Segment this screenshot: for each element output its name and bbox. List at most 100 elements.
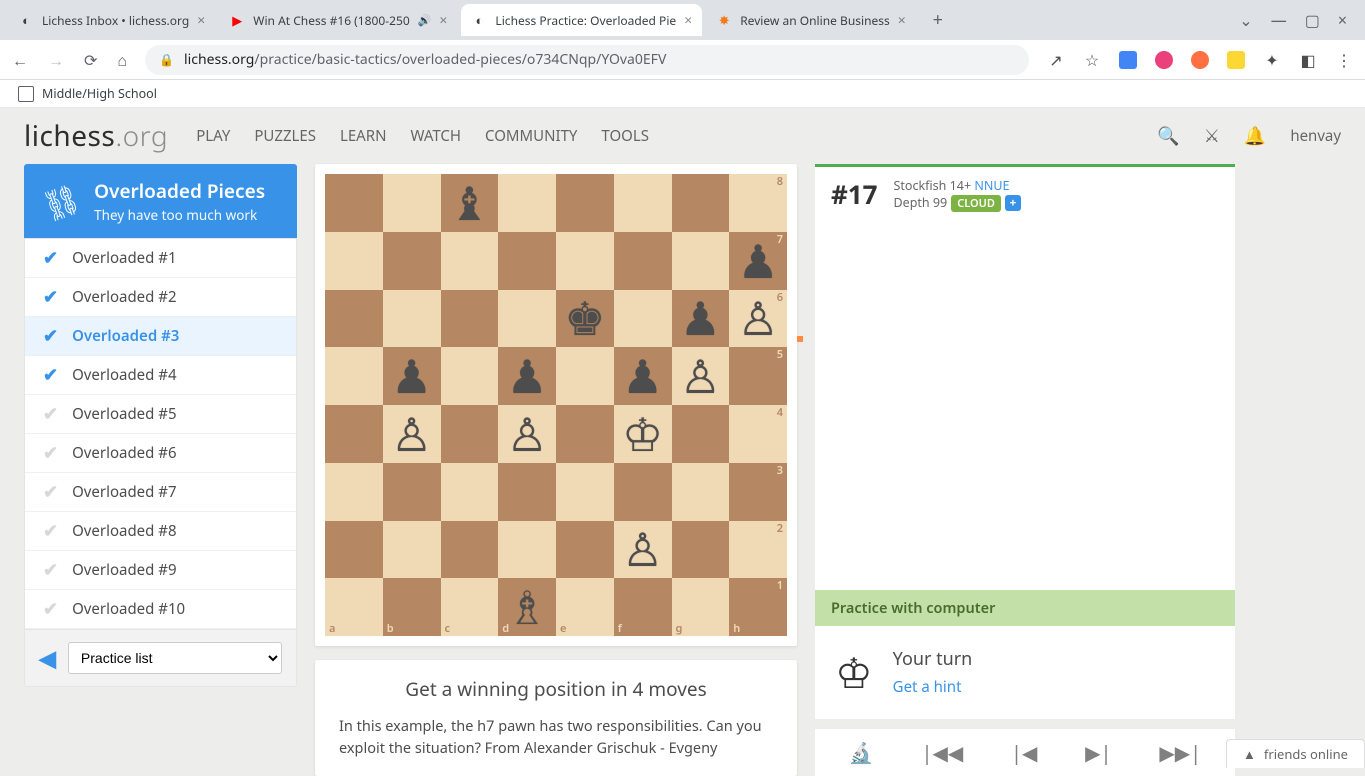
square-c8[interactable]: ♝	[441, 174, 499, 232]
square-c6[interactable]	[441, 290, 499, 348]
nav-tools[interactable]: TOOLS	[601, 126, 649, 146]
square-g2[interactable]	[672, 521, 730, 579]
maximize-icon[interactable]: ▢	[1305, 9, 1320, 31]
piece[interactable]: ♟	[507, 353, 548, 399]
close-window-icon[interactable]: ×	[1338, 9, 1347, 31]
square-e4[interactable]	[556, 405, 614, 463]
chevron-down-icon[interactable]: ⌄	[1239, 9, 1252, 31]
square-e7[interactable]	[556, 232, 614, 290]
square-c4[interactable]	[441, 405, 499, 463]
square-e8[interactable]	[556, 174, 614, 232]
lesson-item[interactable]: ✔Overloaded #6	[25, 434, 296, 473]
square-f7[interactable]	[614, 232, 672, 290]
square-h5[interactable]: 5	[729, 347, 787, 405]
bookmark-item[interactable]: Middle/High School	[42, 85, 157, 102]
ext-icon[interactable]	[1227, 51, 1245, 69]
piece[interactable]: ♝	[449, 180, 490, 226]
square-d6[interactable]	[498, 290, 556, 348]
nav-watch[interactable]: WATCH	[410, 126, 461, 146]
next-move-icon[interactable]: ▶|	[1085, 739, 1111, 766]
square-f4[interactable]: ♔	[614, 405, 672, 463]
square-b4[interactable]: ♙	[383, 405, 441, 463]
search-icon[interactable]: 🔍	[1157, 124, 1179, 148]
square-e5[interactable]	[556, 347, 614, 405]
minimize-icon[interactable]: —	[1271, 9, 1287, 31]
square-h2[interactable]: 2	[729, 521, 787, 579]
square-c5[interactable]	[441, 347, 499, 405]
piece[interactable]: ♟	[622, 353, 663, 399]
square-a1[interactable]: a	[325, 578, 383, 636]
audio-icon[interactable]: 🔊	[418, 13, 432, 28]
challenge-icon[interactable]: ⚔	[1204, 124, 1220, 148]
browser-tab[interactable]: ◐ Lichess Inbox • lichess.org ×	[8, 4, 215, 36]
square-a3[interactable]	[325, 463, 383, 521]
browser-tab-active[interactable]: ◐ Lichess Practice: Overloaded Pie ×	[461, 4, 702, 36]
friends-bar[interactable]: ▲ friends online	[1226, 739, 1365, 768]
forward-icon[interactable]: →	[48, 49, 64, 71]
home-icon[interactable]: ⌂	[117, 49, 127, 71]
piece[interactable]: ♔	[622, 411, 663, 457]
square-h7[interactable]: ♟7	[729, 232, 787, 290]
square-b3[interactable]	[383, 463, 441, 521]
square-f6[interactable]	[614, 290, 672, 348]
extensions-icon[interactable]: ✦	[1263, 51, 1281, 69]
square-e3[interactable]	[556, 463, 614, 521]
close-icon[interactable]: ×	[439, 11, 447, 30]
piece[interactable]: ♟	[391, 353, 432, 399]
square-d3[interactable]	[498, 463, 556, 521]
piece[interactable]: ♙	[622, 526, 663, 572]
square-b5[interactable]: ♟	[383, 347, 441, 405]
square-f8[interactable]	[614, 174, 672, 232]
square-h1[interactable]: 1h	[729, 578, 787, 636]
square-a8[interactable]	[325, 174, 383, 232]
lesson-item[interactable]: ✔Overloaded #8	[25, 512, 296, 551]
username-link[interactable]: henvay	[1290, 126, 1341, 146]
nav-learn[interactable]: LEARN	[340, 126, 387, 146]
share-icon[interactable]: ↗	[1047, 51, 1065, 69]
square-g3[interactable]	[672, 463, 730, 521]
square-b2[interactable]	[383, 521, 441, 579]
close-icon[interactable]: ×	[684, 11, 692, 30]
lesson-item[interactable]: ✔Overloaded #3	[25, 317, 296, 356]
ext-icon[interactable]	[1191, 51, 1209, 69]
piece[interactable]: ♗	[507, 584, 548, 630]
lichess-logo[interactable]: lichess.org	[24, 117, 168, 155]
square-e1[interactable]: e	[556, 578, 614, 636]
first-move-icon[interactable]: |◀◀	[922, 739, 964, 766]
lesson-item[interactable]: ✔Overloaded #5	[25, 395, 296, 434]
piece[interactable]: ♟	[680, 295, 721, 341]
square-c3[interactable]	[441, 463, 499, 521]
square-d5[interactable]: ♟	[498, 347, 556, 405]
last-move-icon[interactable]: ▶▶|	[1159, 739, 1201, 766]
menu-icon[interactable]: ⋮	[1335, 51, 1353, 69]
piece[interactable]: ♙	[507, 411, 548, 457]
browser-tab[interactable]: ✸ Review an Online Business ×	[706, 4, 916, 36]
browser-tab[interactable]: ▶ Win At Chess #16 (1800-250 🔊 ×	[219, 4, 457, 36]
square-b7[interactable]	[383, 232, 441, 290]
lesson-item[interactable]: ✔Overloaded #1	[25, 239, 296, 278]
square-h3[interactable]: 3	[729, 463, 787, 521]
square-a6[interactable]	[325, 290, 383, 348]
square-b1[interactable]: b	[383, 578, 441, 636]
square-g6[interactable]: ♟	[672, 290, 730, 348]
square-b6[interactable]	[383, 290, 441, 348]
square-g7[interactable]	[672, 232, 730, 290]
square-d8[interactable]	[498, 174, 556, 232]
square-g4[interactable]	[672, 405, 730, 463]
square-d2[interactable]	[498, 521, 556, 579]
prev-move-icon[interactable]: |◀	[1011, 739, 1037, 766]
plus-button[interactable]: +	[1005, 195, 1021, 211]
microscope-icon[interactable]: 🔬	[849, 739, 874, 766]
square-f3[interactable]	[614, 463, 672, 521]
back-icon[interactable]: ←	[12, 49, 28, 71]
square-f5[interactable]: ♟	[614, 347, 672, 405]
bookmark-star-icon[interactable]: ☆	[1083, 51, 1101, 69]
square-g1[interactable]: g	[672, 578, 730, 636]
square-f1[interactable]: f	[614, 578, 672, 636]
nav-puzzles[interactable]: PUZZLES	[254, 126, 316, 146]
square-d7[interactable]	[498, 232, 556, 290]
piece[interactable]: ♚	[564, 295, 605, 341]
lesson-item[interactable]: ✔Overloaded #7	[25, 473, 296, 512]
back-button[interactable]: ◀	[39, 643, 56, 673]
square-a2[interactable]	[325, 521, 383, 579]
